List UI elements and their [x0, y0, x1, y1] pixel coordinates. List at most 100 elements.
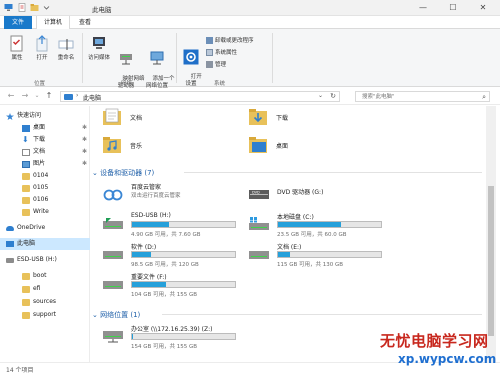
nav-item-downloads[interactable]: ⬇ 下载 ✱: [0, 134, 90, 146]
rename-label: 重命名: [57, 55, 75, 61]
drive-usage-fill: [132, 252, 151, 257]
nav-item-desktop[interactable]: 桌面 ✱: [0, 122, 90, 134]
hard-drive-icon: [249, 251, 269, 259]
nav-item-folder-0106[interactable]: 0106: [0, 194, 90, 206]
nav-item-quick-access[interactable]: 快速访问: [0, 110, 90, 122]
drive-name: 办公室 (\\172.16.25.39) (Z:): [131, 326, 213, 333]
window-title: 此电脑: [92, 6, 112, 14]
drive-name: 软件 (D:): [131, 244, 157, 251]
drive-item-e[interactable]: 文档 (E:) 115 GB 可用，共 130 GB: [248, 242, 388, 272]
manage-button[interactable]: 管理: [206, 61, 226, 69]
address-bar-row: ← → ⌄ ↑ › 此电脑 ⌄ ↻ ⌕: [0, 88, 500, 105]
nav-item-onedrive[interactable]: OneDrive: [0, 222, 90, 234]
folder-icon: [22, 312, 30, 319]
drive-usage-fill: [132, 222, 170, 227]
open-button[interactable]: 打开: [32, 35, 52, 62]
open-icon: [36, 35, 48, 52]
drive-item-d[interactable]: 软件 (D:) 98.5 GB 可用，共 120 GB: [102, 242, 242, 272]
ribbon-divider: [272, 33, 273, 83]
folder-item-music[interactable]: 音乐: [102, 136, 222, 156]
folder-icon: [22, 273, 30, 280]
manage-label: 管理: [215, 62, 227, 68]
title-bar: 此电脑 — ☐ ✕: [0, 0, 500, 16]
nav-item-folder-efi[interactable]: efi: [0, 283, 90, 295]
nav-item-folder-0105[interactable]: 0105: [0, 182, 90, 194]
uninstall-icon: [206, 37, 213, 44]
breadcrumb-separator: ›: [76, 92, 79, 99]
system-properties-button[interactable]: 系统属性: [206, 49, 237, 57]
media-icon: [93, 37, 105, 49]
up-button[interactable]: ↑: [44, 91, 54, 101]
rename-button[interactable]: 重命名: [54, 35, 78, 62]
nav-item-folder-write[interactable]: Write: [0, 206, 90, 218]
new-folder-qat-icon[interactable]: [30, 3, 39, 12]
nav-item-folder-support[interactable]: support: [0, 309, 90, 321]
nav-item-folder-boot[interactable]: boot: [0, 270, 90, 282]
pin-icon: ✱: [82, 136, 88, 143]
nav-item-esd-usb[interactable]: ESD-USB (H:): [0, 254, 90, 266]
nav-item-pictures[interactable]: 图片 ✱: [0, 158, 90, 170]
network-section-header[interactable]: ⌄ 网络位置 (1): [92, 310, 140, 320]
tab-computer[interactable]: 计算机: [36, 16, 71, 30]
address-bar[interactable]: › 此电脑 ⌄ ↻: [60, 91, 340, 102]
drive-item-dvd[interactable]: DVD DVD 驱动器 (G:): [248, 182, 388, 212]
folder-item-downloads[interactable]: 下载: [248, 108, 368, 128]
nav-item-folder-sources[interactable]: sources: [0, 296, 90, 308]
qat-dropdown-icon[interactable]: [42, 3, 51, 12]
download-folder-icon: [249, 109, 267, 125]
drive-item-baidu-cloud[interactable]: 百度云管家 双击运行百度云管家: [102, 182, 242, 212]
drive-item-esd-usb[interactable]: ESD-USB (H:) 4.90 GB 可用，共 7.60 GB: [102, 212, 242, 242]
item-count: 14 个项目: [6, 367, 34, 374]
group-label-location: 位置: [34, 81, 46, 87]
nav-item-label: 下载: [33, 136, 46, 143]
back-button[interactable]: ←: [6, 91, 16, 101]
properties-qat-icon[interactable]: [18, 3, 27, 12]
devices-section-title: 设备和驱动器 (7): [100, 169, 155, 177]
scrollbar-thumb[interactable]: [488, 186, 494, 336]
search-input[interactable]: [362, 92, 472, 101]
breadcrumb[interactable]: 此电脑: [83, 93, 101, 102]
tab-view[interactable]: 查看: [72, 16, 98, 29]
drive-usage-bar: [131, 251, 236, 258]
recent-locations-button[interactable]: ⌄: [32, 91, 42, 101]
nav-item-this-pc[interactable]: 此电脑: [0, 238, 90, 250]
nav-item-documents[interactable]: 文档 ✱: [0, 146, 90, 158]
nav-item-label: 0105: [33, 184, 49, 191]
drive-item-c[interactable]: 本地磁盘 (C:) 23.5 GB 可用，共 60.0 GB: [248, 212, 388, 242]
network-drive-icon: [103, 331, 123, 343]
chevron-down-icon: ⌄: [92, 311, 98, 319]
devices-section-header[interactable]: ⌄ 设备和驱动器 (7): [92, 168, 154, 178]
tab-file[interactable]: 文件: [4, 16, 32, 29]
folder-icon: [22, 299, 30, 306]
drive-free-space: 23.5 GB 可用，共 60.0 GB: [277, 232, 347, 238]
folder-item-desktop[interactable]: 桌面: [248, 136, 368, 156]
hard-drive-icon: [103, 281, 123, 289]
drive-item-f[interactable]: 重要文件 (F:) 104 GB 可用，共 155 GB: [102, 272, 242, 302]
chevron-down-icon[interactable]: ⌄: [318, 92, 323, 99]
drive-name: 本地磁盘 (C:): [277, 214, 314, 221]
network-drive-item-z[interactable]: 办公室 (\\172.16.25.39) (Z:) 154 GB 可用，共 15…: [102, 324, 262, 354]
document-folder-icon: [103, 108, 121, 125]
open-settings-button[interactable]: 打开 设置: [180, 35, 202, 95]
drive-name: 重要文件 (F:): [131, 274, 167, 281]
vertical-scrollbar[interactable]: [486, 106, 496, 362]
access-media-button[interactable]: 访问媒体: [86, 35, 112, 62]
drive-name: 文档 (E:): [277, 244, 302, 251]
forward-button[interactable]: →: [20, 91, 30, 101]
svg-text:DVD: DVD: [252, 191, 260, 195]
minimize-button[interactable]: —: [408, 0, 438, 16]
close-button[interactable]: ✕: [468, 0, 498, 16]
uninstall-label: 卸载或更改程序: [215, 38, 254, 44]
refresh-icon[interactable]: ↻: [330, 92, 336, 100]
nav-item-folder-0104[interactable]: 0104: [0, 170, 90, 182]
nav-item-label: 此电脑: [17, 240, 36, 247]
folder-item-documents[interactable]: 文档: [102, 108, 222, 128]
drive-name: 百度云管家: [131, 184, 162, 191]
maximize-button[interactable]: ☐: [438, 0, 468, 16]
search-box[interactable]: ⌕: [355, 91, 490, 102]
music-folder-icon: [103, 137, 121, 153]
nav-item-label: 0106: [33, 196, 49, 203]
desktop-folder-icon: [249, 137, 267, 153]
uninstall-programs-button[interactable]: 卸载或更改程序: [206, 37, 254, 45]
properties-button[interactable]: 属性: [6, 35, 28, 62]
